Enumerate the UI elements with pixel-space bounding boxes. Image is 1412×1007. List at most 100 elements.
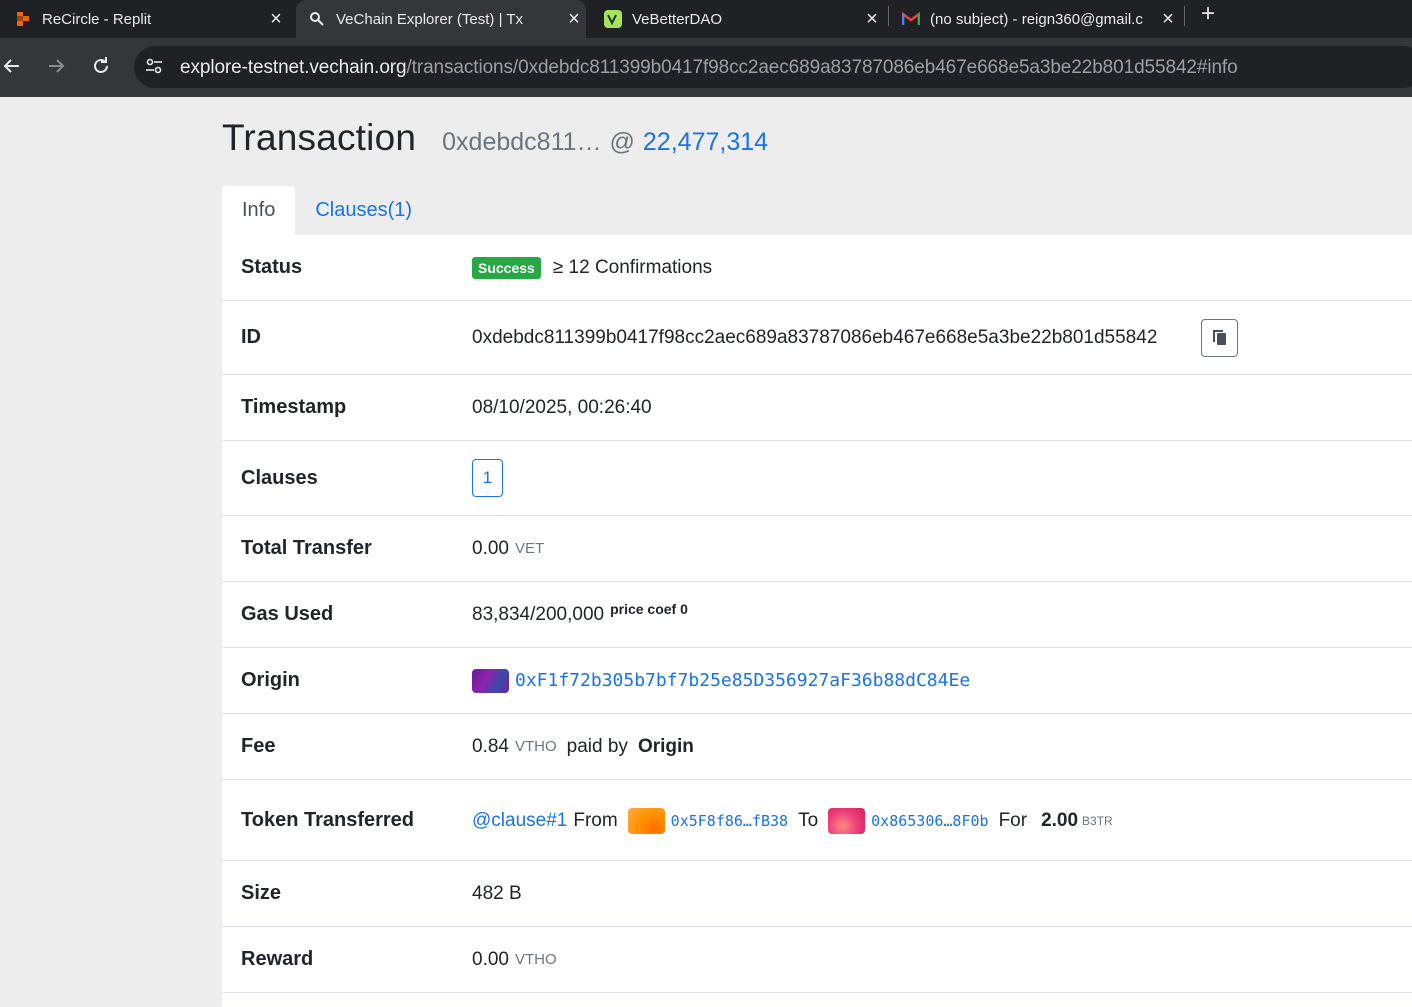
from-avatar <box>627 808 665 834</box>
row-status: Status Success ≥ 12 Confirmations <box>222 235 1412 301</box>
forward-button[interactable] <box>44 54 68 78</box>
tx-id-value: 0xdebdc811399b0417f98cc2aec689a83787086e… <box>472 327 1158 348</box>
fee-amount: 0.84 <box>472 735 509 757</box>
row-clauses: Clauses 1 <box>222 441 1412 516</box>
gmail-icon <box>902 10 920 28</box>
total-transfer-label: Total Transfer <box>241 537 372 559</box>
arrow-right-icon <box>49 59 65 73</box>
to-label: To <box>798 810 819 831</box>
tab-title: VeChain Explorer (Test) | Tx <box>336 10 524 28</box>
row-gas-used: Gas Used 83,834/200,000 price coef 0 <box>222 582 1412 648</box>
site-info-icon[interactable] <box>144 56 166 78</box>
token-amount: 2.00 <box>1041 810 1079 831</box>
copy-icon <box>1212 329 1226 345</box>
reward-value: 0.00 VTHO <box>472 949 557 971</box>
token-symbol: B3TR <box>1082 814 1113 828</box>
back-button[interactable] <box>0 54 24 78</box>
clause-count-button[interactable]: 1 <box>472 459 503 497</box>
total-transfer-amount: 0.00 <box>472 537 509 559</box>
close-icon[interactable]: × <box>562 8 586 31</box>
size-label: Size <box>241 882 282 904</box>
replit-icon <box>14 10 32 28</box>
close-icon[interactable]: × <box>860 8 884 31</box>
tab-separator <box>1184 6 1185 26</box>
total-transfer-value: 0.00 VET <box>472 538 544 560</box>
row-origin: Origin 0xF1f72b305b7bf7b25e85D356927aF36… <box>222 648 1412 714</box>
status-value: Success ≥ 12 Confirmations <box>472 256 713 279</box>
url-text[interactable]: explore-testnet.vechain.org/transactions… <box>180 57 1238 79</box>
copy-button[interactable] <box>1201 318 1238 357</box>
transaction-info-panel: Status Success ≥ 12 Confirmations ID 0xd… <box>222 235 1412 1007</box>
close-icon[interactable]: × <box>1156 8 1180 31</box>
tab-info[interactable]: Info <box>222 186 296 235</box>
id-label: ID <box>241 326 261 348</box>
browser-toolbar: explore-testnet.vechain.org/transactions… <box>0 38 1412 97</box>
row-id: ID 0xdebdc811399b0417f98cc2aec689a837870… <box>222 301 1412 375</box>
from-label: From <box>573 810 618 831</box>
clauses-value: 1 <box>472 459 503 497</box>
to-address-link[interactable]: 0x865306…8F0b <box>871 812 988 830</box>
address-bar[interactable]: explore-testnet.vechain.org/transactions… <box>134 46 1412 88</box>
new-tab-button[interactable]: + <box>1196 0 1220 30</box>
arrow-left-icon <box>3 59 19 73</box>
row-timestamp: Timestamp 08/10/2025, 00:26:40 <box>222 375 1412 441</box>
tab-clauses[interactable]: Clauses(1) <box>295 186 432 235</box>
row-size: Size 482 B <box>222 861 1412 927</box>
row-total-transfer: Total Transfer 0.00 VET <box>222 516 1412 582</box>
explorer-icon <box>308 10 326 28</box>
row-token-transferred: Token Transferred @clause#1 From 0x5F8f8… <box>222 780 1412 861</box>
tab-title: VeBetterDAO <box>632 10 723 28</box>
detail-tabs: Info Clauses(1) <box>222 186 432 235</box>
page-content: Transaction 0xdebdc811… @ 22,477,314 Inf… <box>0 97 1412 1007</box>
gas-used-value: 83,834/200,000 price coef 0 <box>472 600 688 626</box>
gas-used-label: Gas Used <box>241 603 334 625</box>
from-address-link[interactable]: 0x5F8f86…fB38 <box>671 812 788 830</box>
vebetterdao-icon <box>604 10 622 28</box>
token-transferred-value: @clause#1 From 0x5F8f86…fB38 To 0x865306… <box>472 808 1113 834</box>
paid-by-text: paid by <box>566 735 628 757</box>
for-label: For <box>998 810 1028 831</box>
tx-hash-short: 0xdebdc811… <box>442 128 602 156</box>
total-transfer-unit: VET <box>514 540 545 557</box>
price-coef-note: price coef 0 <box>610 600 688 617</box>
tab-vechain-explorer[interactable]: VeChain Explorer (Test) | Tx × <box>296 0 586 38</box>
fee-label: Fee <box>241 735 276 757</box>
reload-icon <box>94 57 108 73</box>
timestamp-label: Timestamp <box>241 396 347 418</box>
tab-recircle-replit[interactable]: ReCircle - Replit × <box>8 0 288 38</box>
fee-unit: VTHO <box>514 738 557 755</box>
tab-separator <box>888 6 889 26</box>
origin-label: Origin <box>241 669 300 691</box>
block-number-link[interactable]: 22,477,314 <box>643 128 768 157</box>
clauses-label: Clauses <box>241 466 318 489</box>
close-icon[interactable]: × <box>264 8 288 31</box>
reload-button[interactable] <box>89 54 113 78</box>
origin-value: 0xF1f72b305b7bf7b25e85D356927aF36b88dC84… <box>472 668 970 693</box>
at-symbol: @ <box>609 128 635 156</box>
browser-tab-bar: ReCircle - Replit × VeChain Explorer (Te… <box>0 0 1412 38</box>
row-reward: Reward 0.00 VTHO <box>222 927 1412 993</box>
tab-vebetterdao[interactable]: VeBetterDAO × <box>594 0 884 38</box>
page-heading: Transaction <box>222 117 417 158</box>
origin-address-link[interactable]: 0xF1f72b305b7bf7b25e85D356927aF36b88dC84… <box>515 670 970 691</box>
gas-used-amount: 83,834/200,000 <box>472 603 605 625</box>
fee-payer: Origin <box>637 735 694 757</box>
origin-avatar <box>472 668 509 693</box>
tab-gmail[interactable]: (no subject) - reign360@gmail.c × <box>892 0 1180 38</box>
status-label: Status <box>241 256 303 278</box>
size-value: 482 B <box>472 882 522 904</box>
to-avatar <box>828 808 866 834</box>
clause-link[interactable]: @clause#1 <box>472 810 567 832</box>
token-transferred-label: Token Transferred <box>241 808 415 831</box>
timestamp-value: 08/10/2025, 00:26:40 <box>472 396 652 418</box>
row-fee: Fee 0.84 VTHO paid by Origin <box>222 714 1412 780</box>
page-title: Transaction 0xdebdc811… @ 22,477,314 <box>222 117 768 159</box>
reward-unit: VTHO <box>514 951 557 968</box>
reward-amount: 0.00 <box>472 948 509 970</box>
tab-title: ReCircle - Replit <box>42 10 152 28</box>
status-badge: Success <box>472 256 541 279</box>
fee-value: 0.84 VTHO paid by Origin <box>472 736 694 758</box>
reward-label: Reward <box>241 948 314 970</box>
tab-title: (no subject) - reign360@gmail.c <box>930 10 1143 28</box>
confirmations-text: ≥ 12 Confirmations <box>552 256 713 278</box>
